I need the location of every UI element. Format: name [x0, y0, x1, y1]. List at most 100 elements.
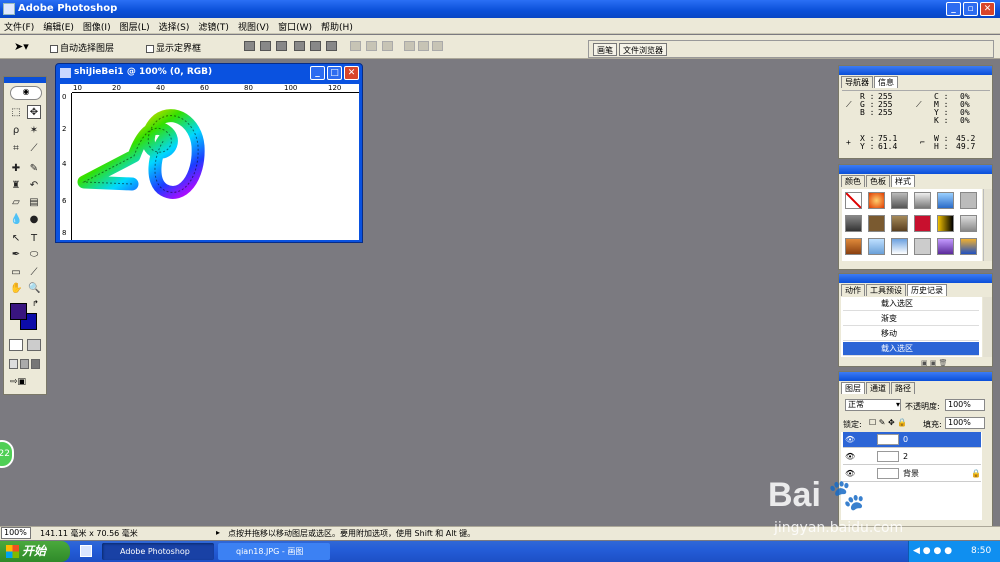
distribute-top-icon[interactable] [350, 41, 361, 51]
tab-channels[interactable]: 通道 [866, 382, 890, 394]
panel-header[interactable] [839, 372, 992, 381]
layer-row[interactable]: 👁 2 [843, 449, 981, 465]
path-select-tool-icon[interactable]: ↖ [9, 231, 23, 245]
distribute-left-icon[interactable] [404, 41, 415, 51]
menu-help[interactable]: 帮助(H) [317, 18, 358, 33]
menu-window[interactable]: 窗口(W) [274, 18, 317, 33]
lock-icons[interactable]: ☐ ✎ ✥ 🔒 [869, 418, 907, 427]
tab-info[interactable]: 信息 [874, 76, 898, 88]
layer-row[interactable]: 👁 0 [843, 432, 981, 448]
align-top-icon[interactable] [244, 41, 255, 51]
show-desktop-icon[interactable] [80, 545, 92, 557]
clone-stamp-tool-icon[interactable]: ♜ [9, 178, 23, 192]
distribute-hcenter-icon[interactable] [418, 41, 429, 51]
blend-mode-select[interactable]: 正常 ▾ [845, 399, 901, 411]
doc-maximize-icon[interactable]: □ [327, 66, 342, 80]
eraser-tool-icon[interactable]: ▱ [9, 195, 23, 209]
move-tool-icon[interactable]: ➤▾ [14, 40, 29, 53]
align-hcenter-icon[interactable] [310, 41, 321, 51]
style-swatch[interactable] [914, 192, 931, 209]
zoom-input[interactable]: 100% [1, 527, 31, 539]
style-swatch[interactable] [868, 238, 885, 255]
history-item-current[interactable]: 载入选区 [843, 342, 979, 356]
brush-tool-icon[interactable]: ✎ [27, 161, 41, 175]
doc-close-icon[interactable]: ✕ [344, 66, 359, 80]
healing-brush-tool-icon[interactable]: ✚ [9, 161, 23, 175]
dodge-tool-icon[interactable]: ● [27, 212, 41, 226]
style-swatch[interactable] [845, 192, 862, 209]
style-swatch[interactable] [960, 238, 977, 255]
eyedropper-tool-icon[interactable]: ⟋ [27, 265, 41, 279]
menu-image[interactable]: 图像(I) [79, 18, 116, 33]
tab-actions[interactable]: 动作 [841, 284, 865, 296]
opacity-input[interactable]: 100% [945, 399, 985, 411]
swap-colors-icon[interactable]: ↱ [32, 299, 39, 308]
toolbox-header[interactable] [4, 77, 46, 83]
menu-layer[interactable]: 图层(L) [116, 18, 155, 33]
blur-tool-icon[interactable]: 💧 [9, 212, 23, 226]
restore-icon[interactable]: ▫ [963, 2, 978, 16]
tab-layers[interactable]: 图层 [841, 382, 865, 394]
style-swatch[interactable] [937, 238, 954, 255]
eye-icon[interactable]: 👁 [845, 432, 855, 447]
task-photoshop[interactable]: Adobe Photoshop [102, 543, 214, 560]
show-bounds-checkbox[interactable] [146, 44, 154, 53]
style-swatch[interactable] [891, 215, 908, 232]
distribute-bottom-icon[interactable] [382, 41, 393, 51]
minimize-icon[interactable]: _ [946, 2, 961, 16]
tab-tool-presets[interactable]: 工具预设 [866, 284, 906, 296]
style-swatch[interactable] [845, 238, 862, 255]
history-brush-tool-icon[interactable]: ↶ [27, 178, 41, 192]
tab-styles[interactable]: 样式 [891, 175, 915, 187]
well-tab-file-browser[interactable]: 文件浏览器 [619, 43, 667, 56]
distribute-vcenter-icon[interactable] [366, 41, 377, 51]
history-item[interactable]: 载入选区 [843, 297, 979, 311]
menu-view[interactable]: 视图(V) [234, 18, 274, 33]
menu-select[interactable]: 选择(S) [155, 18, 195, 33]
zoom-tool-icon[interactable]: 🔍 [27, 281, 41, 295]
document-canvas[interactable]: 10 20 40 60 80 100 120 0 2 4 6 8 [60, 84, 359, 240]
pen-tool-icon[interactable]: ✒ [9, 247, 23, 261]
style-swatch[interactable] [937, 192, 954, 209]
notes-tool-icon[interactable]: ▭ [9, 265, 23, 279]
screen-mode-full-menu-icon[interactable] [20, 359, 29, 369]
align-left-icon[interactable] [294, 41, 305, 51]
style-swatch[interactable] [960, 192, 977, 209]
styles-scrollbar[interactable] [983, 189, 992, 261]
history-item[interactable]: 渐变 [843, 312, 979, 326]
type-tool-icon[interactable]: T [27, 231, 41, 245]
doc-minimize-icon[interactable]: _ [310, 66, 325, 80]
tab-swatches[interactable]: 色板 [866, 175, 890, 187]
tab-history[interactable]: 历史记录 [907, 284, 947, 296]
screen-mode-full-icon[interactable] [31, 359, 40, 369]
auto-select-option[interactable]: 自动选择图层 [50, 41, 114, 54]
align-vcenter-icon[interactable] [260, 41, 271, 51]
align-bottom-icon[interactable] [276, 41, 287, 51]
fill-input[interactable]: 100% [945, 417, 985, 429]
style-swatch[interactable] [960, 215, 977, 232]
gradient-tool-icon[interactable]: ▤ [27, 195, 41, 209]
menu-edit[interactable]: 编辑(E) [39, 18, 79, 33]
standard-mode-icon[interactable] [9, 339, 23, 351]
panel-header[interactable] [839, 274, 992, 283]
lasso-tool-icon[interactable]: ρ [9, 123, 23, 137]
quick-mask-icon[interactable] [27, 339, 41, 351]
style-swatch[interactable] [914, 215, 931, 232]
magic-wand-tool-icon[interactable]: ✶ [27, 123, 41, 137]
style-swatch[interactable] [914, 238, 931, 255]
well-tab-brushes[interactable]: 画笔 [593, 43, 617, 56]
align-right-icon[interactable] [326, 41, 337, 51]
history-footer-icons[interactable]: ▣ ▣ 🗑 [921, 359, 991, 367]
hand-tool-icon[interactable]: ✋ [9, 281, 23, 295]
panel-header[interactable] [839, 66, 992, 75]
show-bounds-option[interactable]: 显示定界框 [146, 41, 201, 54]
style-swatch[interactable] [891, 192, 908, 209]
foreground-color-swatch[interactable] [10, 303, 27, 320]
style-swatch[interactable] [845, 215, 862, 232]
style-swatch[interactable] [868, 192, 885, 209]
shape-tool-icon[interactable]: ⬭ [27, 247, 41, 261]
distribute-right-icon[interactable] [432, 41, 443, 51]
style-swatch[interactable] [868, 215, 885, 232]
move-tool-icon[interactable]: ✥ [27, 105, 41, 119]
task-paint[interactable]: qian18.JPG - 画图 [218, 543, 330, 560]
